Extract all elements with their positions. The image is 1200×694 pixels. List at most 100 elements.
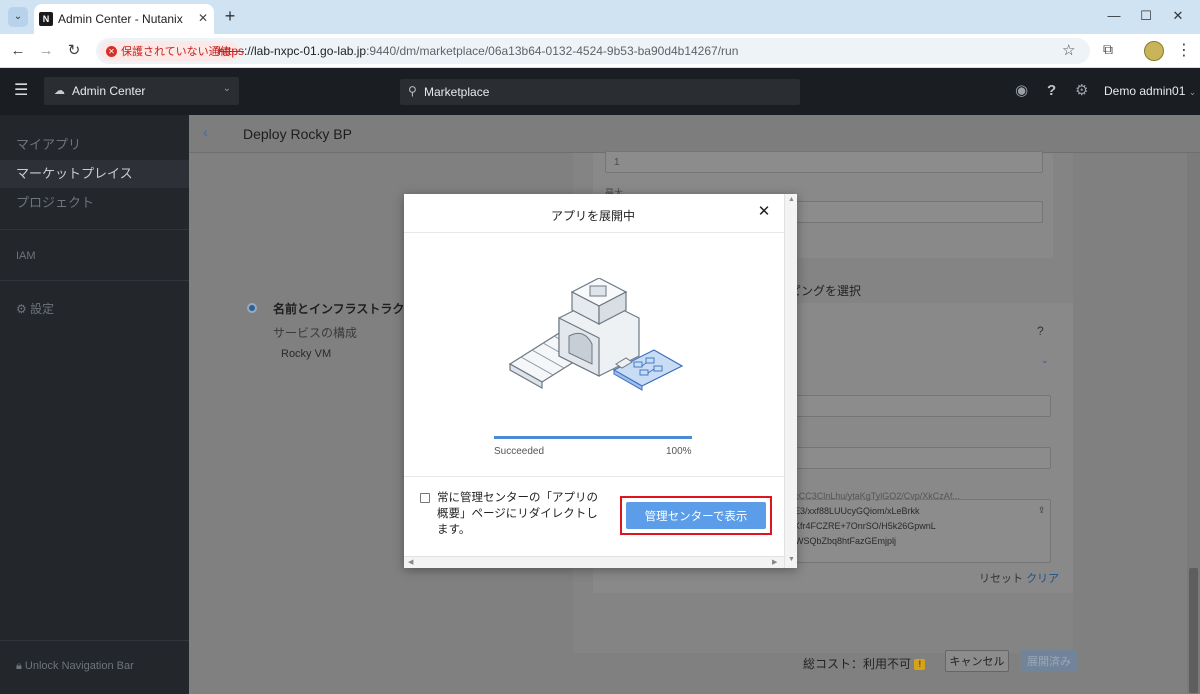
- gear-icon: ⚙: [16, 302, 27, 316]
- main-scrollbar[interactable]: [1187, 153, 1200, 694]
- user-menu[interactable]: Demo admin01 ⌄: [1104, 84, 1196, 98]
- global-search[interactable]: ⚲: [400, 79, 800, 105]
- sidebar-divider: [0, 229, 189, 230]
- app-switcher-label: Admin Center: [72, 84, 146, 98]
- address-bar[interactable]: ✕ 保護されていない通信 https://lab-nxpc-01.go-lab.…: [96, 38, 1090, 64]
- ssh-key-line: 5Kfr4FCZRE+7OnrSO/H5k26GpwnL: [789, 521, 936, 531]
- scroll-right-icon[interactable]: ▶: [772, 558, 777, 566]
- maximize-icon[interactable]: ☐: [1136, 6, 1156, 26]
- gear-icon[interactable]: ⚙: [1075, 81, 1088, 101]
- minimize-icon[interactable]: —: [1104, 6, 1124, 26]
- modal-scrollbar-vertical[interactable]: ▲ ▼: [784, 194, 797, 568]
- warning-icon: ✕: [106, 45, 117, 57]
- sidebar-divider: [0, 280, 189, 281]
- scroll-thumb[interactable]: [1189, 568, 1198, 693]
- warning-icon: !: [914, 659, 926, 671]
- app-switcher[interactable]: ☁ Admin Center ⌄: [44, 77, 239, 105]
- new-tab-icon[interactable]: +: [220, 6, 240, 26]
- cloud-icon: ☁: [54, 85, 65, 97]
- extensions-icon[interactable]: ⧉: [1103, 41, 1113, 58]
- lock-icon: 🔒︎: [16, 660, 22, 672]
- config-field-2[interactable]: [789, 447, 1051, 469]
- browser-toolbar: ← → ↻ ✕ 保護されていない通信 https://lab-nxpc-01.g…: [0, 34, 1200, 68]
- ssh-key-text: +cCC3ClnLhu/ytaKgTylGO2/Cvp/XkCzAf... 3E…: [789, 489, 1039, 549]
- tab-title: Admin Center - Nutanix: [58, 12, 183, 26]
- reset-clear-links: リセット クリア: [979, 570, 1059, 586]
- sidebar-item-marketplace[interactable]: マーケットプレイス: [0, 160, 189, 188]
- hamburger-menu-icon[interactable]: ☰: [14, 81, 30, 101]
- page-title: Deploy Rocky BP: [243, 126, 352, 142]
- alerts-icon[interactable]: ◉: [1015, 81, 1028, 101]
- sidebar-item-settings[interactable]: ⚙ 設定: [16, 300, 54, 317]
- chevron-down-icon: ⌄: [222, 83, 231, 94]
- min-field-value: 1: [614, 157, 620, 168]
- profile-avatar[interactable]: [1144, 41, 1164, 61]
- search-icon: ⚲: [408, 84, 417, 98]
- url-text[interactable]: https://lab-nxpc-01.go-lab.jp:9440/dm/ma…: [218, 44, 738, 58]
- total-cost: 総コスト：利用不可 !: [803, 655, 926, 672]
- upload-icon[interactable]: ⇪: [1038, 505, 1046, 516]
- help-icon[interactable]: ?: [1037, 324, 1044, 338]
- ssh-key-line: 3E3/xxf88LUUcyGQiom/xLeBrkk: [789, 506, 920, 516]
- step-name-infra[interactable]: 名前とインフラストラクチ: [273, 300, 416, 317]
- scroll-down-icon[interactable]: ▼: [788, 556, 795, 563]
- unlock-label: Unlock Navigation Bar: [24, 660, 134, 672]
- redirect-checkbox[interactable]: [420, 493, 430, 503]
- help-icon[interactable]: ?: [1047, 81, 1056, 101]
- unlock-navigation-bar[interactable]: 🔒︎ Unlock Navigation Bar: [16, 660, 134, 673]
- progress-bar: [494, 436, 692, 439]
- chevron-down-icon: ⌄: [1188, 87, 1197, 97]
- tab-list-icon[interactable]: ⌄: [8, 7, 28, 27]
- step-rocky-vm[interactable]: Rocky VM: [281, 348, 331, 360]
- modal-divider: [404, 476, 784, 477]
- url-host: ://lab-nxpc-01.go-lab.jp: [244, 44, 367, 58]
- window-close-icon[interactable]: ✕: [1168, 6, 1188, 26]
- deploy-modal: アプリを展開中 ✕ Succeeded 100% 常に管理センターの「アプリの概…: [404, 194, 797, 568]
- min-field[interactable]: 1: [605, 151, 1043, 173]
- search-input[interactable]: [424, 79, 794, 105]
- user-name: Demo admin01: [1104, 84, 1186, 98]
- forward-arrow-icon[interactable]: →: [36, 41, 56, 61]
- clear-link[interactable]: クリア: [1026, 573, 1059, 585]
- url-scheme: https: [218, 44, 245, 58]
- step-active-dot-icon: [247, 303, 257, 313]
- sidebar-item-iam[interactable]: IAM: [16, 250, 36, 262]
- chevron-down-icon[interactable]: ⌄: [1041, 355, 1049, 366]
- url-path: :9440/dm/marketplace/06a13b64-0132-4524-…: [366, 44, 739, 58]
- scroll-left-icon[interactable]: ◀: [408, 558, 413, 566]
- sidebar-divider: [0, 640, 189, 641]
- sidebar-item-my-apps[interactable]: マイアプリ: [0, 131, 189, 159]
- reset-link[interactable]: リセット: [979, 573, 1023, 585]
- close-icon[interactable]: ✕: [756, 204, 772, 220]
- browser-tabbar: ⌄ N Admin Center - Nutanix ✕ + — ☐ ✕: [0, 0, 1200, 34]
- scroll-up-icon[interactable]: ▲: [788, 196, 795, 203]
- modal-scrollbar-horizontal[interactable]: ◀ ▶: [404, 556, 784, 568]
- security-label: 保護されていない通信: [121, 46, 231, 58]
- deploy-button[interactable]: 展開済み: [1021, 650, 1077, 672]
- sidebar: マイアプリ マーケットプレイス プロジェクト IAM ⚙ 設定 🔒︎ Unloc…: [0, 115, 189, 694]
- tab-close-icon[interactable]: ✕: [195, 10, 211, 26]
- progress-bar-fill: [494, 436, 692, 439]
- sidebar-settings-label: 設定: [30, 302, 55, 316]
- cancel-button[interactable]: キャンセル: [945, 650, 1009, 672]
- progress-status: Succeeded: [494, 446, 545, 457]
- modal-title: アプリを展開中: [550, 209, 635, 223]
- page-header: ‹ Deploy Rocky BP: [189, 115, 1200, 153]
- bookmark-star-icon[interactable]: ☆: [1062, 41, 1075, 59]
- reload-icon[interactable]: ↻: [64, 41, 84, 61]
- deploy-illustration: [508, 278, 684, 391]
- browser-menu-icon[interactable]: ⋮: [1176, 40, 1192, 60]
- modal-divider: [404, 232, 784, 233]
- back-chevron-icon[interactable]: ‹: [203, 124, 208, 140]
- ssh-key-line: EWSQbZbq8htFazGEmjplj: [789, 536, 897, 546]
- redirect-label[interactable]: 常に管理センターの「アプリの概要」ページにリダイレクトします。: [437, 490, 605, 538]
- app-header: ☰ ☁ Admin Center ⌄ ⚲ ◉ ? ⚙ Demo admin01 …: [0, 68, 1200, 115]
- nutanix-favicon-icon: N: [39, 12, 53, 26]
- browser-tab[interactable]: N Admin Center - Nutanix ✕: [34, 4, 214, 34]
- config-field-1[interactable]: [789, 395, 1051, 417]
- back-arrow-icon[interactable]: ←: [8, 41, 28, 61]
- ssh-key-line: +cCC3ClnLhu/ytaKgTylGO2/Cvp/XkCzAf...: [789, 491, 960, 501]
- sidebar-item-projects[interactable]: プロジェクト: [0, 189, 189, 217]
- view-in-admin-center-button[interactable]: 管理センターで表示: [626, 502, 766, 529]
- step-service-config[interactable]: サービスの構成: [273, 324, 357, 341]
